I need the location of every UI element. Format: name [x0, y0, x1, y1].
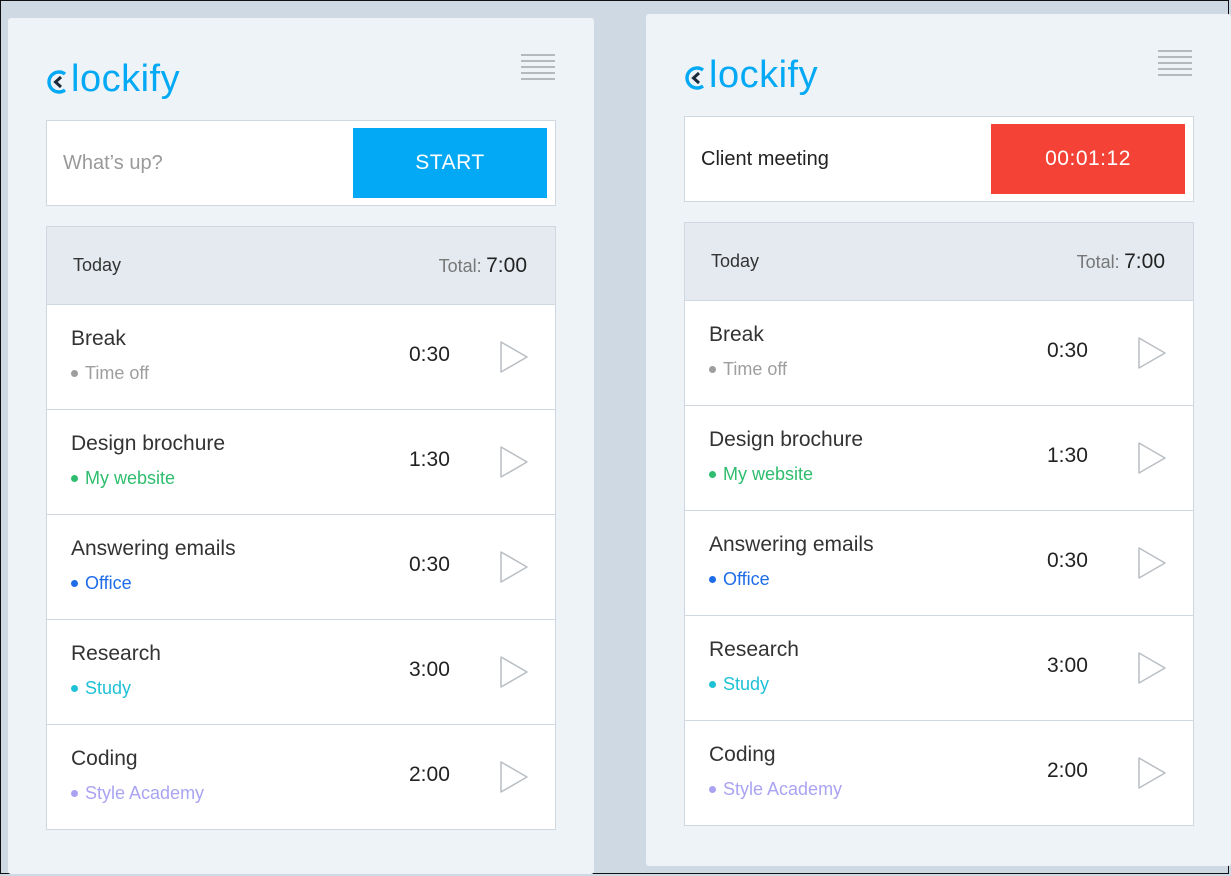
play-icon[interactable] — [497, 445, 531, 479]
time-entry[interactable]: Coding Style Academy 2:00 — [685, 721, 1193, 826]
day-label: Today — [73, 255, 122, 275]
entry-description: Design brochure — [709, 428, 864, 451]
clockify-logo-icon — [46, 64, 70, 94]
project-label: Style Academy — [723, 779, 843, 799]
project-dot-icon — [709, 576, 716, 583]
project-label: Office — [85, 573, 132, 593]
time-entry[interactable]: Break Time off 0:30 — [685, 301, 1193, 406]
entry-duration: 0:30 — [409, 553, 450, 576]
project-label: Time off — [723, 359, 788, 379]
entry-description: Coding — [709, 743, 776, 766]
play-icon[interactable] — [1135, 441, 1169, 475]
day-header: Today Total: 7:00 — [685, 223, 1193, 301]
description-input[interactable]: What’s up? — [63, 121, 333, 205]
total-label: Total: — [1076, 251, 1120, 272]
total-value: 7:00 — [1124, 249, 1165, 273]
entry-duration: 2:00 — [1047, 759, 1088, 782]
time-entry[interactable]: Research Study 3:00 — [685, 616, 1193, 721]
logo-text: lockify — [709, 54, 819, 96]
project-dot-icon — [71, 475, 78, 482]
day-label: Today — [711, 251, 760, 271]
time-entries-list: Today Total: 7:00 Break Time off 0:30 De… — [684, 222, 1194, 826]
entry-description: Break — [709, 323, 764, 346]
project-label: Time off — [85, 363, 150, 383]
entry-duration: 3:00 — [409, 658, 450, 681]
time-entry[interactable]: Answering emails Office 0:30 — [685, 511, 1193, 616]
project-label: Study — [85, 678, 132, 698]
project-dot-icon — [709, 471, 716, 478]
project-dot-icon — [709, 366, 716, 373]
entry-project: Time off — [709, 359, 787, 380]
entry-project: Office — [71, 573, 132, 594]
project-label: Office — [723, 569, 770, 589]
entry-duration: 2:00 — [409, 763, 450, 786]
logo-text: lockify — [71, 58, 181, 100]
play-icon[interactable] — [497, 655, 531, 689]
play-icon[interactable] — [1135, 651, 1169, 685]
time-entry[interactable]: Design brochure My website 1:30 — [47, 410, 555, 515]
project-label: My website — [723, 464, 814, 484]
entry-description: Answering emails — [709, 533, 874, 556]
entry-description: Research — [709, 638, 799, 661]
time-entry[interactable]: Break Time off 0:30 — [47, 305, 555, 410]
project-dot-icon — [71, 790, 78, 797]
project-dot-icon — [71, 685, 78, 692]
app-panel-idle: lockify What’s up? START Today Total: 7:… — [8, 18, 594, 874]
timer-bar: What’s up? START — [46, 120, 556, 206]
description-input[interactable]: Client meeting — [701, 117, 971, 201]
entry-duration: 3:00 — [1047, 654, 1088, 677]
project-label: Study — [723, 674, 770, 694]
entry-project: My website — [71, 468, 175, 489]
entry-duration: 1:30 — [409, 448, 450, 471]
play-icon[interactable] — [1135, 546, 1169, 580]
total-value: 7:00 — [486, 253, 527, 277]
entry-duration: 0:30 — [1047, 339, 1088, 362]
timer-bar: Client meeting 00:01:12 — [684, 116, 1194, 202]
entry-project: Office — [709, 569, 770, 590]
project-dot-icon — [709, 681, 716, 688]
entry-project: Style Academy — [709, 779, 842, 800]
entry-description: Coding — [71, 747, 138, 770]
time-entry[interactable]: Answering emails Office 0:30 — [47, 515, 555, 620]
play-icon[interactable] — [1135, 756, 1169, 790]
hamburger-menu-icon[interactable] — [1158, 48, 1192, 78]
entry-project: Study — [71, 678, 131, 699]
time-entry[interactable]: Research Study 3:00 — [47, 620, 555, 725]
entry-description: Answering emails — [71, 537, 236, 560]
entry-description: Break — [71, 327, 126, 350]
hamburger-menu-icon[interactable] — [521, 52, 555, 82]
project-dot-icon — [71, 370, 78, 377]
entry-project: Style Academy — [71, 783, 204, 804]
entry-duration: 0:30 — [1047, 549, 1088, 572]
entry-project: My website — [709, 464, 813, 485]
day-header: Today Total: 7:00 — [47, 227, 555, 305]
app-panel-running: lockify Client meeting 00:01:12 Today To… — [646, 14, 1231, 866]
clockify-logo: lockify — [684, 56, 818, 94]
day-total: Total: 7:00 — [439, 254, 527, 278]
project-dot-icon — [71, 580, 78, 587]
stop-timer-button[interactable]: 00:01:12 — [991, 124, 1185, 194]
play-icon[interactable] — [497, 340, 531, 374]
entry-duration: 0:30 — [409, 343, 450, 366]
total-label: Total: — [438, 255, 482, 276]
clockify-logo-icon — [684, 60, 708, 90]
entry-duration: 1:30 — [1047, 444, 1088, 467]
project-label: My website — [85, 468, 176, 488]
entry-description: Research — [71, 642, 161, 665]
start-button[interactable]: START — [353, 128, 547, 198]
entry-description: Design brochure — [71, 432, 226, 455]
entry-project: Time off — [71, 363, 149, 384]
clockify-logo: lockify — [46, 60, 180, 98]
time-entry[interactable]: Coding Style Academy 2:00 — [47, 725, 555, 830]
play-icon[interactable] — [497, 550, 531, 584]
project-dot-icon — [709, 786, 716, 793]
day-total: Total: 7:00 — [1077, 250, 1165, 274]
play-icon[interactable] — [497, 760, 531, 794]
time-entries-list: Today Total: 7:00 Break Time off 0:30 De… — [46, 226, 556, 830]
play-icon[interactable] — [1135, 336, 1169, 370]
time-entry[interactable]: Design brochure My website 1:30 — [685, 406, 1193, 511]
entry-project: Study — [709, 674, 769, 695]
project-label: Style Academy — [85, 783, 205, 803]
